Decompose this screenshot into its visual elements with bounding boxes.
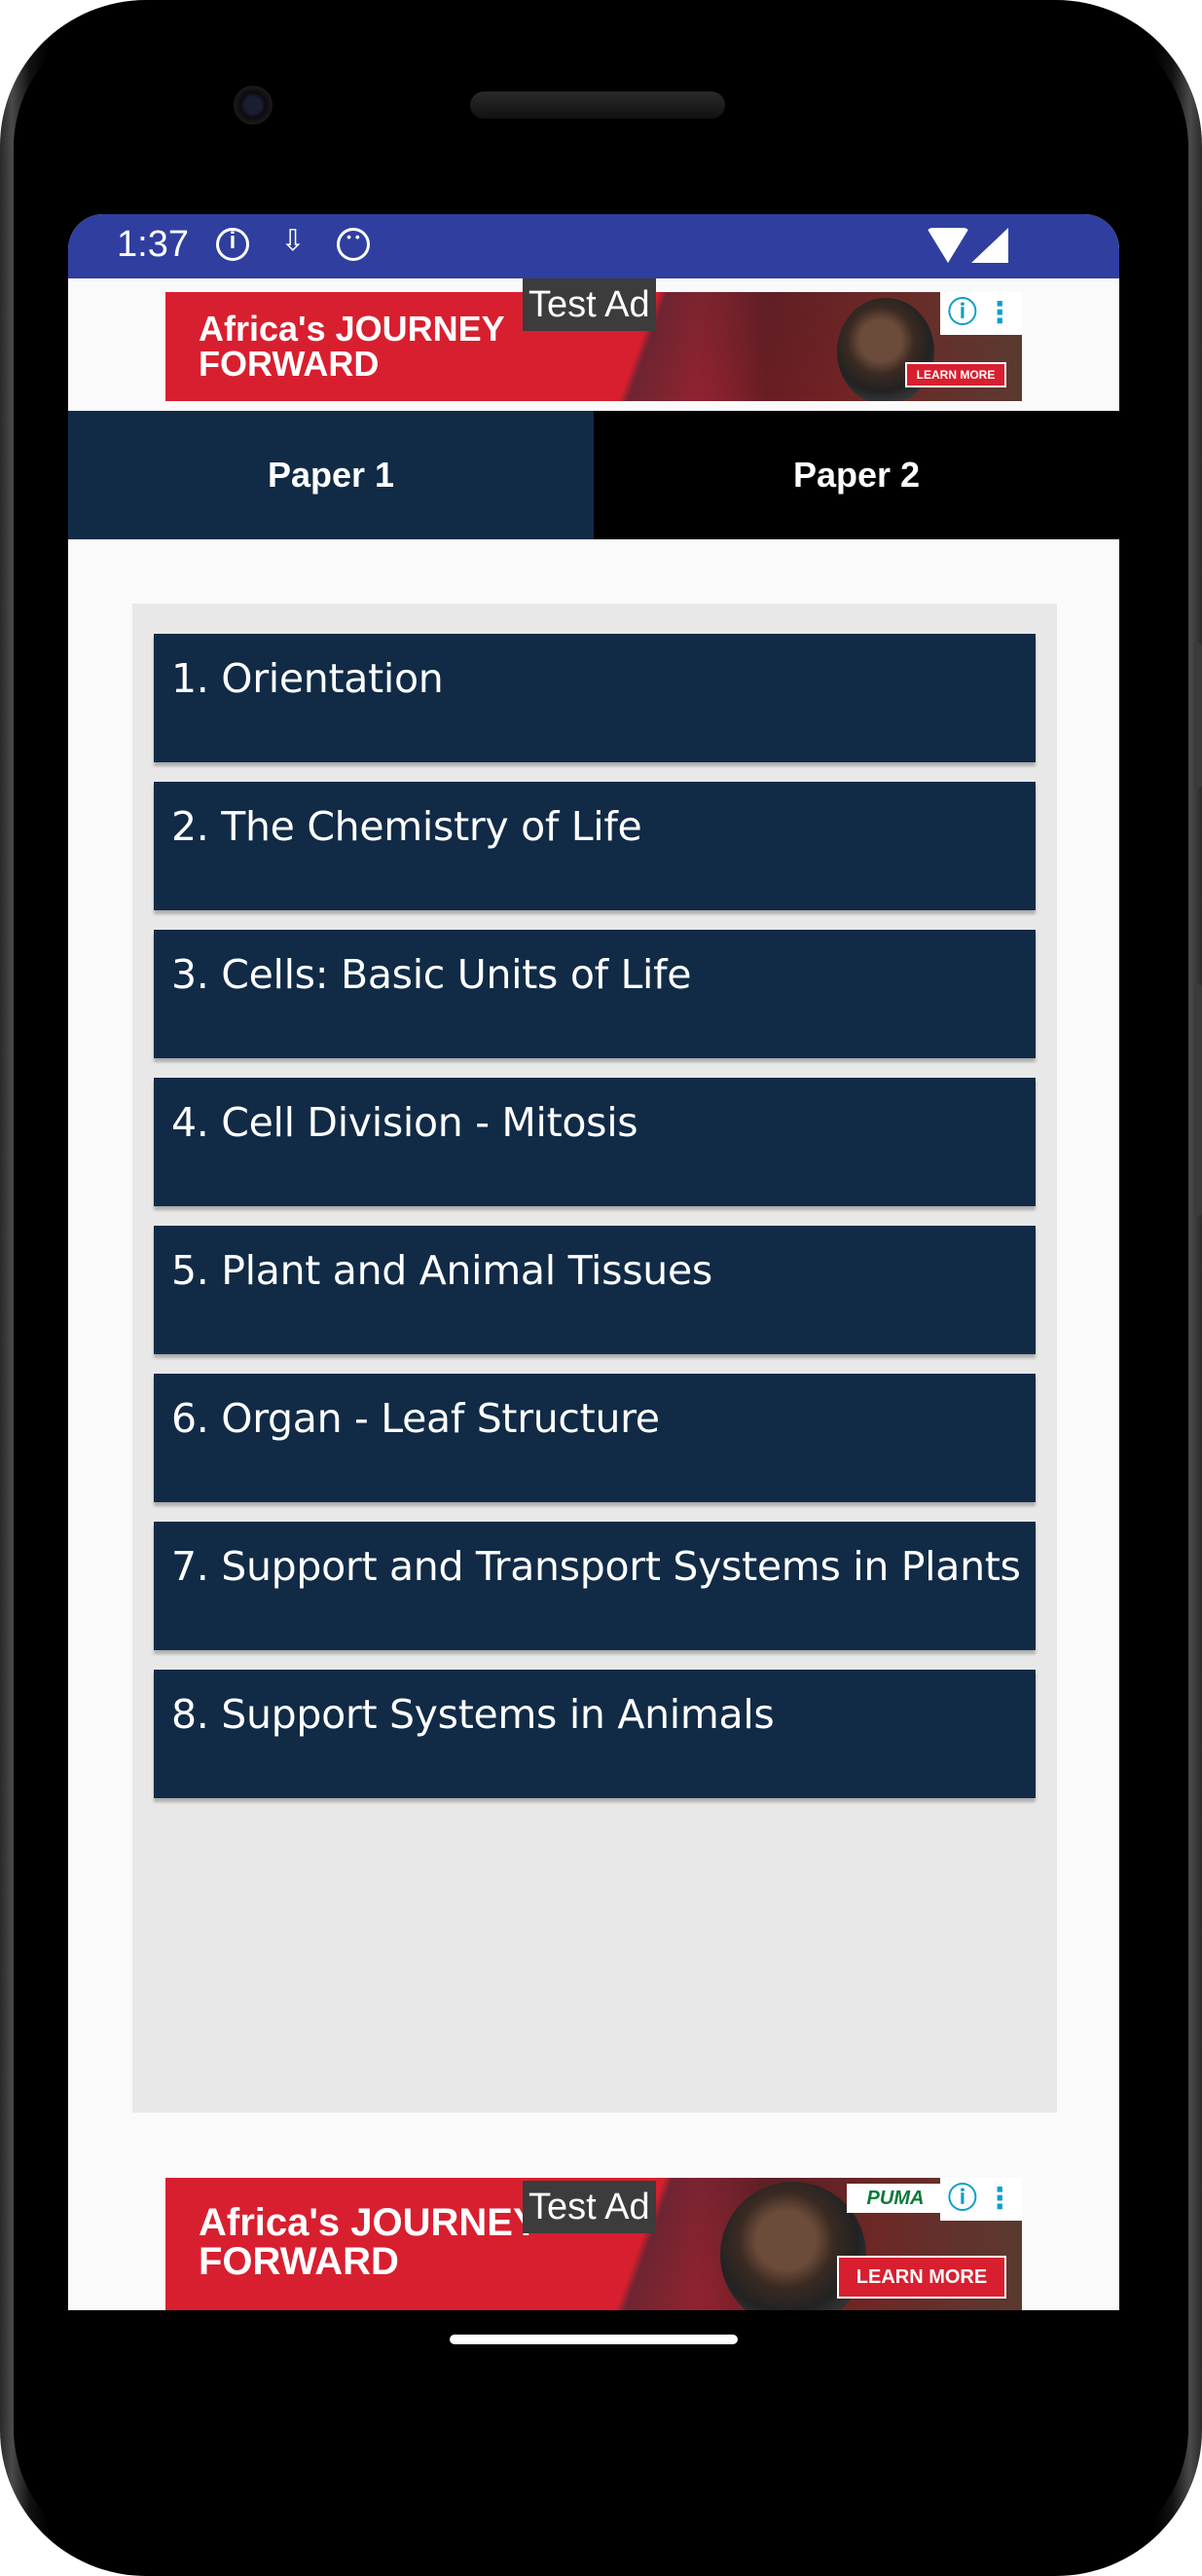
phone-frame: 1:37 Africa's JOURNEY FORWARD LEARN MORE… — [0, 0, 1202, 2576]
ad-learn-more-button[interactable]: LEARN MORE — [837, 2256, 1006, 2299]
test-ad-label: Test Ad — [523, 278, 656, 331]
paper-tabs: Paper 1 Paper 2 — [68, 411, 1119, 539]
list-item[interactable]: 8. Support Systems in Animals — [154, 1670, 1036, 1798]
topic-label: 2. The Chemistry of Life — [171, 803, 642, 850]
list-item[interactable]: 2. The Chemistry of Life — [154, 782, 1036, 910]
tab-paper-2[interactable]: Paper 2 — [594, 411, 1119, 539]
topic-label: 3. Cells: Basic Units of Life — [171, 951, 692, 998]
test-ad-label: Test Ad — [523, 2181, 656, 2233]
signal-icon — [971, 228, 1008, 263]
topic-list: 1. Orientation 2. The Chemistry of Life … — [132, 604, 1057, 2113]
status-time: 1:37 — [117, 224, 189, 265]
power-button — [1194, 983, 1202, 1217]
ad-headline: Africa's JOURNEY FORWARD — [199, 312, 505, 382]
topic-label: 1. Orientation — [171, 655, 444, 702]
puma-logo: PUMA — [847, 2184, 944, 2213]
topic-label: 8. Support Systems in Animals — [171, 1691, 775, 1738]
list-item[interactable]: 7. Support and Transport Systems in Plan… — [154, 1522, 1036, 1650]
list-item[interactable]: 3. Cells: Basic Units of Life — [154, 930, 1036, 1058]
topic-label: 7. Support and Transport Systems in Plan… — [171, 1543, 1021, 1590]
tab-paper-1[interactable]: Paper 1 — [68, 411, 594, 539]
topic-label: 5. Plant and Animal Tissues — [171, 1247, 712, 1294]
topic-label: 6. Organ - Leaf Structure — [171, 1395, 660, 1442]
ad-info-icon[interactable]: ⓘ ⋮ — [940, 2178, 1022, 2221]
home-gesture-bar[interactable] — [450, 2335, 738, 2344]
ad-headline-line2: FORWARD — [199, 344, 380, 384]
ad-headline: Africa's JOURNEY FORWARD — [199, 2203, 539, 2281]
download-icon — [276, 224, 310, 261]
ad-info-icon[interactable]: ⓘ ⋮ — [940, 292, 1022, 335]
status-bar: 1:37 — [68, 214, 1119, 278]
info-icon — [216, 228, 249, 261]
app-screen: 1:37 Africa's JOURNEY FORWARD LEARN MORE… — [68, 214, 1119, 2310]
list-item[interactable]: 4. Cell Division - Mitosis — [154, 1078, 1036, 1206]
topic-label: 4. Cell Division - Mitosis — [171, 1099, 638, 1146]
front-camera — [234, 86, 273, 125]
volume-button — [1194, 643, 1202, 789]
list-item[interactable]: 5. Plant and Animal Tissues — [154, 1226, 1036, 1354]
face-icon — [337, 228, 370, 261]
earpiece-speaker — [470, 92, 725, 119]
ad-headline-line2: FORWARD — [199, 2240, 399, 2283]
ad-learn-more-button[interactable]: LEARN MORE — [905, 362, 1006, 387]
ad-headline-line1: Africa's JOURNEY — [199, 309, 505, 349]
top-ad-area: Africa's JOURNEY FORWARD LEARN MORE ⓘ ⋮ … — [68, 278, 1119, 411]
list-item[interactable]: 1. Orientation — [154, 634, 1036, 762]
wifi-icon — [927, 228, 969, 263]
ad-headline-line1: Africa's JOURNEY — [199, 2201, 539, 2244]
list-item[interactable]: 6. Organ - Leaf Structure — [154, 1374, 1036, 1502]
